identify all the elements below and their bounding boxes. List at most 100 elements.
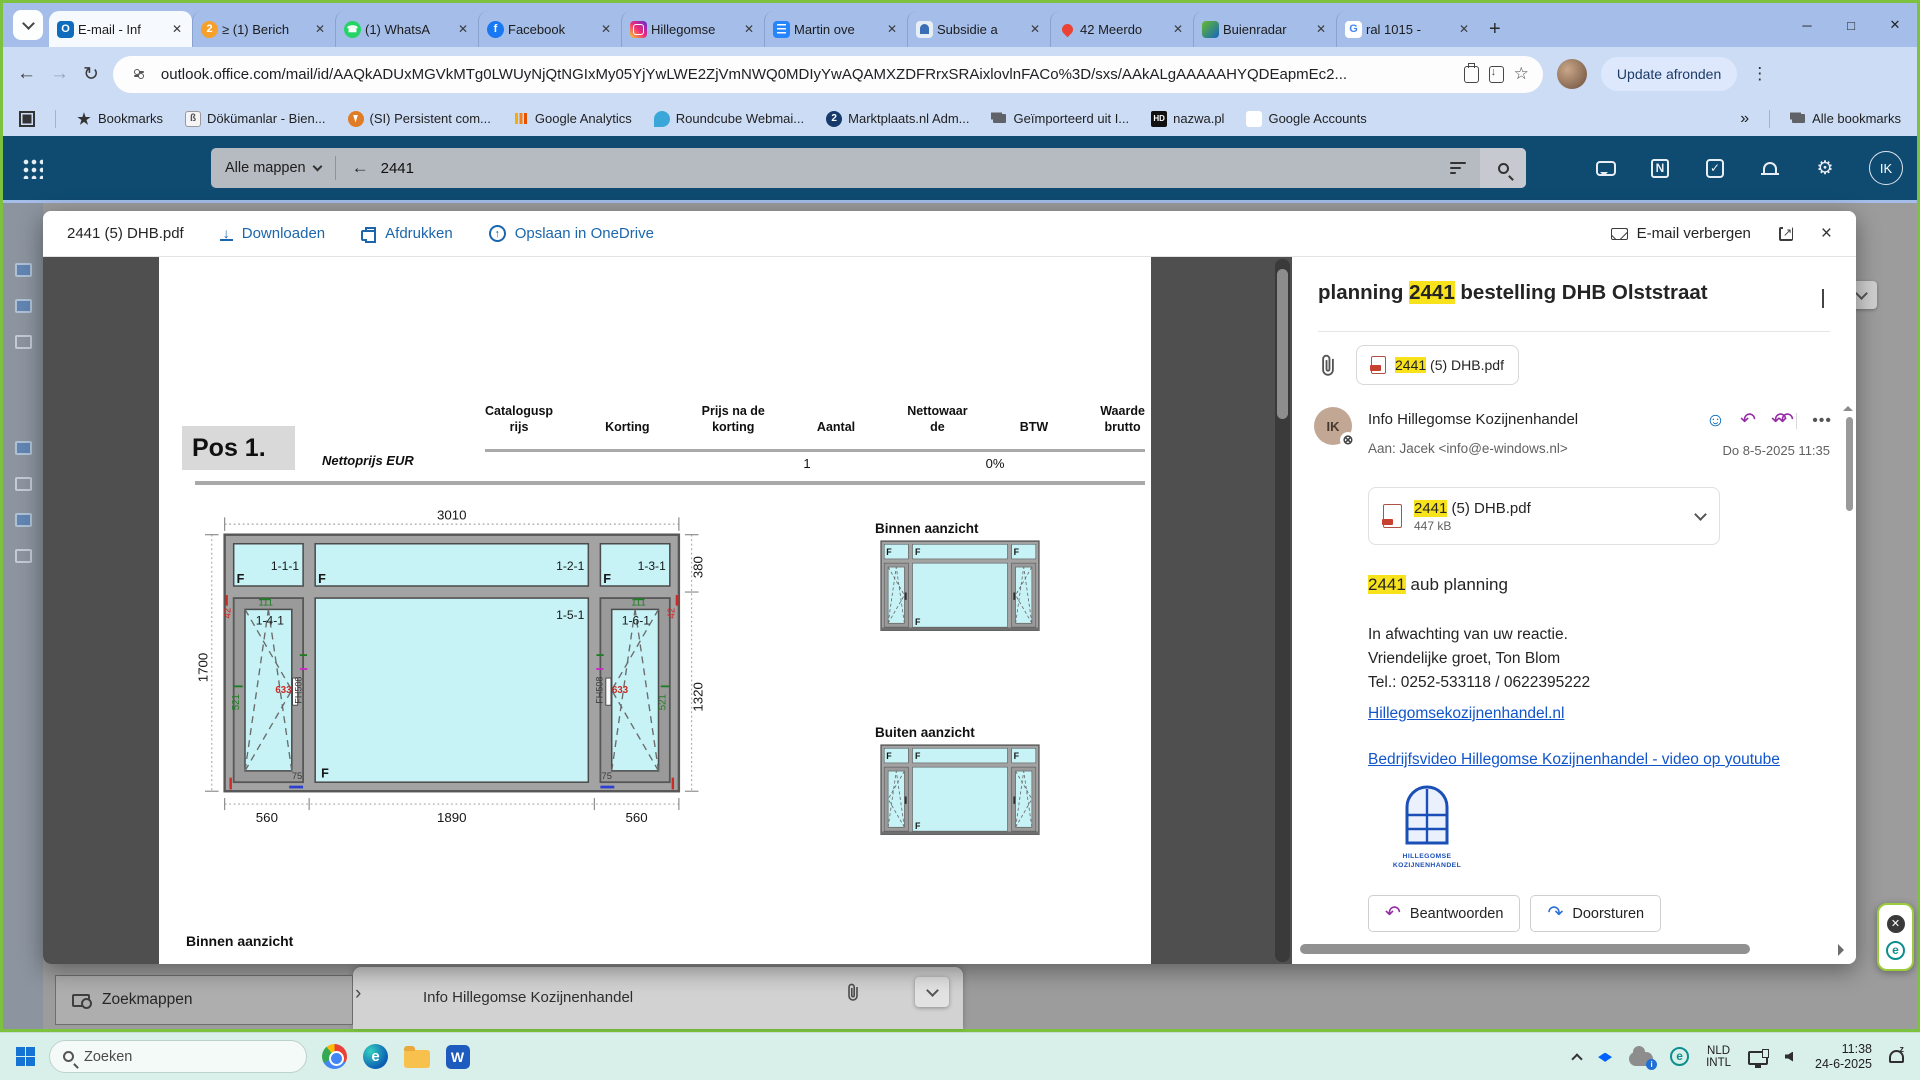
tab-close-icon[interactable]: ✕ <box>1457 22 1471 36</box>
explorer-taskbar-icon[interactable] <box>403 1043 430 1070</box>
maximize-button[interactable]: □ <box>1829 18 1873 33</box>
browser-tab[interactable]: Hillegomse ✕ <box>621 11 764 47</box>
browser-tab[interactable]: ral 1015 - ✕ <box>1336 11 1479 47</box>
bookmark-item[interactable]: Google Analytics <box>513 111 632 127</box>
tab-close-icon[interactable]: ✕ <box>1028 22 1042 36</box>
save-onedrive-button[interactable]: ↑ Opslaan in OneDrive <box>489 225 654 242</box>
site-info-icon[interactable] <box>127 66 151 82</box>
network-icon[interactable] <box>1748 1051 1768 1065</box>
org-icon[interactable] <box>15 477 32 491</box>
minimize-button[interactable]: ─ <box>1785 18 1829 33</box>
forward-button[interactable]: ↷ Doorsturen <box>1530 895 1661 932</box>
browser-tab[interactable]: Martin ove ✕ <box>764 11 907 47</box>
notifications-bell-icon[interactable] <box>1889 1050 1904 1063</box>
search-submit[interactable] <box>1480 148 1526 188</box>
apps-icon[interactable] <box>15 549 32 563</box>
start-button[interactable] <box>16 1047 35 1066</box>
bookmark-item[interactable]: Marktplaats.nl Adm... <box>826 111 969 127</box>
tab-close-icon[interactable]: ✕ <box>885 22 899 36</box>
browser-tab[interactable]: Buienradar ✕ <box>1193 11 1336 47</box>
tasks-icon[interactable] <box>15 441 32 455</box>
sender-avatar[interactable]: IK ⊗ <box>1314 407 1352 445</box>
onenote-icon[interactable]: N <box>1651 159 1669 178</box>
browser-menu-icon[interactable]: ⋮ <box>1751 64 1768 84</box>
chrome-taskbar-icon[interactable] <box>321 1043 348 1070</box>
filter-icon[interactable] <box>1436 162 1480 174</box>
horizontal-scrollbar-thumb[interactable] <box>1300 944 1750 954</box>
collapse-subject-button[interactable] <box>1822 289 1824 306</box>
app-launcher-icon[interactable] <box>21 157 43 179</box>
send-to-device-icon[interactable] <box>1489 66 1504 83</box>
hide-email-button[interactable]: E-mail verbergen <box>1611 225 1751 242</box>
onedrive-cloud-icon[interactable] <box>15 513 32 527</box>
thread-collapse-chip[interactable] <box>915 977 949 1007</box>
bookmark-item[interactable]: Google Accounts <box>1246 111 1366 127</box>
tab-close-icon[interactable]: ✕ <box>313 22 327 36</box>
browser-tab[interactable]: Facebook ✕ <box>478 11 621 47</box>
calendar-icon[interactable] <box>15 299 32 313</box>
attachment-chip[interactable]: 2441 (5) DHB.pdf <box>1356 345 1519 385</box>
edge-taskbar-icon[interactable]: e <box>362 1043 389 1070</box>
bookmark-item[interactable]: Dökümanlar - Bien... <box>185 111 326 127</box>
tab-close-icon[interactable]: ✕ <box>456 22 470 36</box>
bookmark-item[interactable]: Bookmarks <box>76 111 163 127</box>
all-bookmarks-button[interactable]: Alle bookmarks <box>1790 111 1901 127</box>
attachment-card[interactable]: 2441 (5) DHB.pdf 447 kB <box>1368 487 1720 545</box>
mail-icon[interactable] <box>15 263 32 277</box>
pane-scrollbar-thumb[interactable] <box>1846 417 1853 511</box>
search-scope-dropdown[interactable]: Alle mappen <box>211 148 335 188</box>
bookmark-item[interactable]: (SI) Persistent com... <box>348 111 491 127</box>
scroll-up-arrow[interactable] <box>1843 401 1853 411</box>
new-tab-button[interactable]: + <box>1489 18 1501 41</box>
copy-icon[interactable] <box>1464 66 1479 83</box>
thread-expander-icon[interactable]: › <box>355 983 361 1005</box>
forward-button[interactable]: → <box>50 63 69 85</box>
reply-all-icon[interactable]: ↶↶ <box>1771 409 1781 432</box>
zoekmappen-button[interactable]: Zoekmappen <box>55 975 353 1025</box>
tray-expand-icon[interactable] <box>1571 1053 1582 1064</box>
reaction-smiley-icon[interactable]: ☺ <box>1706 410 1725 432</box>
download-button[interactable]: ↓ Downloaden <box>220 225 325 242</box>
browser-tab[interactable]: 42 Meerdo ✕ <box>1050 11 1193 47</box>
outlook-search-bar[interactable]: Alle mappen ← 2441 <box>211 148 1526 188</box>
profile-avatar[interactable] <box>1557 59 1587 89</box>
chevron-down-icon[interactable] <box>1694 508 1707 521</box>
reply-icon[interactable]: ↶ <box>1740 409 1756 432</box>
tab-close-icon[interactable]: ✕ <box>1171 22 1185 36</box>
chat-icon[interactable] <box>1596 161 1616 176</box>
pdf-scrollbar-thumb[interactable] <box>1277 269 1288 419</box>
taskbar-clock[interactable]: 11:38 24-6-2025 <box>1815 1042 1872 1072</box>
tab-close-icon[interactable]: ✕ <box>599 22 613 36</box>
more-actions-icon[interactable]: ••• <box>1812 412 1832 430</box>
sender-name[interactable]: Info Hillegomse Kozijnenhandel <box>1368 411 1578 428</box>
bookmark-item[interactable]: nazwa.pl <box>1151 111 1224 127</box>
close-preview-icon[interactable]: × <box>1821 223 1832 245</box>
update-chrome-button[interactable]: Update afronden <box>1601 57 1737 91</box>
close-button[interactable]: ✕ <box>1873 17 1917 33</box>
website-link[interactable]: Hillegomsekozijnenhandel.nl <box>1368 705 1564 723</box>
notifications-bell-icon[interactable] <box>1763 162 1777 175</box>
tab-close-icon[interactable]: ✕ <box>742 22 756 36</box>
account-avatar[interactable]: IK <box>1869 151 1903 185</box>
address-bar[interactable]: outlook.office.com/mail/id/AAQkADUxMGVkM… <box>113 56 1543 93</box>
back-button[interactable]: ← <box>17 63 36 85</box>
settings-gear-icon[interactable]: ⚙ <box>1814 157 1836 179</box>
browser-tab[interactable]: Subsidie a ✕ <box>907 11 1050 47</box>
eset-tray-icon[interactable]: e <box>1670 1047 1689 1066</box>
eset-icon[interactable]: e <box>1886 941 1905 960</box>
bookmark-item[interactable]: Geïmporteerd uit I... <box>992 111 1130 127</box>
search-back-icon[interactable]: ← <box>336 158 381 178</box>
reload-button[interactable]: ↻ <box>83 63 99 86</box>
bookmark-star-icon[interactable]: ☆ <box>1514 64 1529 84</box>
popout-icon[interactable] <box>1779 227 1793 241</box>
browser-tab[interactable]: E-mail - Inf ✕ <box>49 11 192 47</box>
todo-icon[interactable]: ✓ <box>1706 159 1724 178</box>
dropbox-icon[interactable] <box>1598 1053 1612 1067</box>
people-icon[interactable] <box>15 335 32 349</box>
search-query[interactable]: 2441 <box>381 160 1436 177</box>
volume-icon[interactable] <box>1785 1052 1793 1062</box>
cloud-status-icon[interactable] <box>1629 1052 1653 1066</box>
print-button[interactable]: Afdrukken <box>361 225 453 242</box>
browser-tab[interactable]: ≥ (1) Berich ✕ <box>192 11 335 47</box>
taskbar-search[interactable]: Zoeken <box>49 1040 307 1073</box>
